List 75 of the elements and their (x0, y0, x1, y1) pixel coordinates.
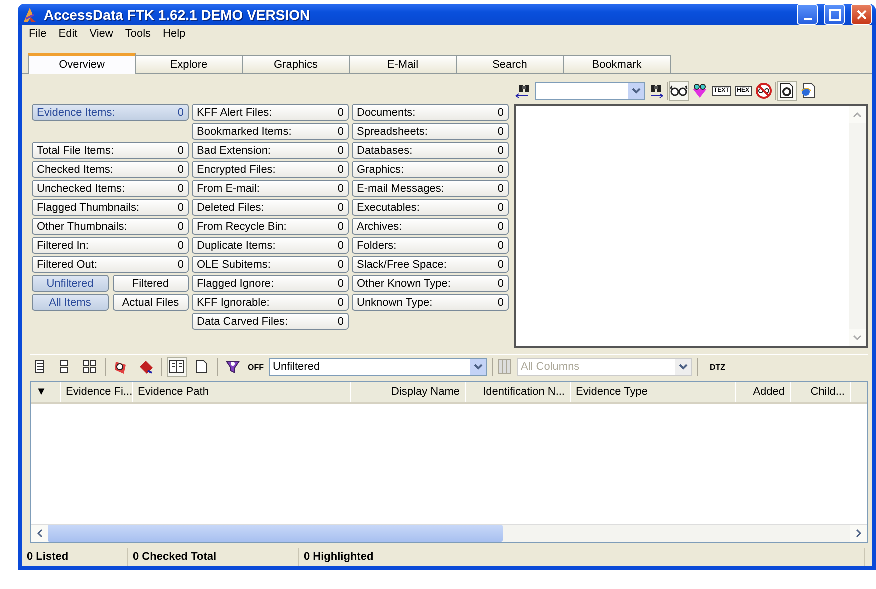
counter-button[interactable]: Total File Items: 0 (32, 142, 189, 159)
column-header[interactable]: Child... (791, 382, 851, 402)
menu-item[interactable]: Tools (120, 28, 156, 40)
counter-button[interactable]: KFF Ignorable: 0 (192, 294, 349, 311)
close-icon (856, 10, 866, 20)
counter-button[interactable]: Graphics: 0 (352, 161, 509, 178)
counter-button[interactable]: Slack/Free Space: 0 (352, 256, 509, 273)
minimize-icon (804, 18, 812, 20)
counter-button[interactable]: Evidence Items: 0 (32, 104, 189, 121)
filter-dropdown[interactable]: Unfiltered (269, 358, 487, 376)
filter-toggle-button[interactable]: Filtered (112, 275, 189, 292)
counter-button[interactable]: Other Thumbnails: 0 (32, 218, 189, 235)
menu-item[interactable]: Help (158, 28, 191, 40)
counter-button[interactable]: Duplicate Items: 0 (192, 237, 349, 254)
tab[interactable]: Search (456, 55, 564, 73)
maximize-button[interactable] (824, 4, 845, 25)
counter-button[interactable]: Other Known Type: 0 (352, 275, 509, 292)
column-header[interactable]: Evidence Type (571, 382, 736, 402)
menu-item[interactable]: Edit (54, 28, 83, 40)
tab[interactable]: E-Mail (349, 55, 457, 73)
column-header[interactable]: Evidence Fi... (61, 382, 133, 402)
tab[interactable]: Overview (28, 53, 136, 74)
scroll-right-icon[interactable] (850, 525, 867, 542)
counter-button[interactable]: Filtered Out: 0 (32, 256, 189, 273)
scrollbar-thumb[interactable] (48, 525, 503, 542)
counter-button[interactable]: Bad Extension: 0 (192, 142, 349, 159)
split-view-icon[interactable] (167, 357, 187, 377)
status-text: 0 Checked Total (130, 548, 299, 566)
counter-button[interactable]: Flagged Ignore: 0 (192, 275, 349, 292)
glasses-icon[interactable] (669, 81, 689, 101)
counter-button[interactable]: Flagged Thumbnails: 0 (32, 199, 189, 216)
window-title: AccessData FTK 1.62.1 DEMO VERSION (44, 6, 312, 22)
status-text: 0 Listed (24, 548, 128, 566)
tab[interactable]: Bookmark (563, 55, 671, 73)
counter-button[interactable]: Folders: 0 (352, 237, 509, 254)
counter-button[interactable]: Unknown Type: 0 (352, 294, 509, 311)
counter-button[interactable]: Spreadsheets: 0 (352, 123, 509, 140)
menu-item[interactable]: View (84, 28, 118, 40)
column-header[interactable]: Evidence Path (133, 382, 351, 402)
app-logo-icon (22, 6, 38, 22)
filter-toggle-button[interactable]: Unfiltered (32, 275, 108, 292)
filter-toggle-button[interactable]: Actual Files (112, 294, 189, 311)
menu-item[interactable]: File (24, 28, 52, 40)
counter-button[interactable]: Archives: 0 (352, 218, 509, 235)
counter-button[interactable]: Databases: 0 (352, 142, 509, 159)
minimize-button[interactable] (797, 4, 818, 25)
counter-button[interactable]: E-mail Messages: 0 (352, 180, 509, 197)
counter-button[interactable]: Data Carved Files: 0 (192, 313, 349, 330)
counter-button[interactable]: From E-mail: 0 (192, 180, 349, 197)
counter-button[interactable]: KFF Alert Files: 0 (192, 104, 349, 121)
scroll-left-icon[interactable] (31, 525, 48, 542)
counter-button[interactable]: Checked Items: 0 (32, 161, 189, 178)
maximize-icon (828, 8, 840, 20)
status-text: 0 Highlighted (301, 548, 865, 566)
column-header[interactable]: Added (736, 382, 791, 402)
counter-button[interactable]: Filtered In: 0 (32, 237, 189, 254)
dtz-button[interactable]: DTZ (703, 357, 733, 377)
close-button[interactable] (851, 4, 872, 25)
counter-button[interactable]: From Recycle Bin: 0 (192, 218, 349, 235)
counter-button[interactable]: Bookmarked Items: 0 (192, 123, 349, 140)
filter-status-label: OFF (248, 362, 264, 372)
counter-button[interactable]: Executables: 0 (352, 199, 509, 216)
counter-button[interactable]: Encrypted Files: 0 (192, 161, 349, 178)
counter-button[interactable]: Documents: 0 (352, 104, 509, 121)
counter-button[interactable]: Unchecked Items: 0 (32, 180, 189, 197)
tab[interactable]: Graphics (242, 55, 350, 73)
column-header[interactable]: Identification N... (466, 382, 571, 402)
counter-button[interactable]: OLE Subitems: 0 (192, 256, 349, 273)
document-ring-icon[interactable] (777, 81, 798, 101)
no-glasses-icon[interactable] (754, 81, 774, 101)
counter-button[interactable]: Deleted Files: 0 (192, 199, 349, 216)
column-header[interactable]: Display Name (351, 382, 466, 402)
filter-toggle-button[interactable]: All Items (32, 294, 108, 311)
tab[interactable]: Explore (135, 55, 243, 73)
column-header[interactable]: ▼ (31, 382, 61, 402)
